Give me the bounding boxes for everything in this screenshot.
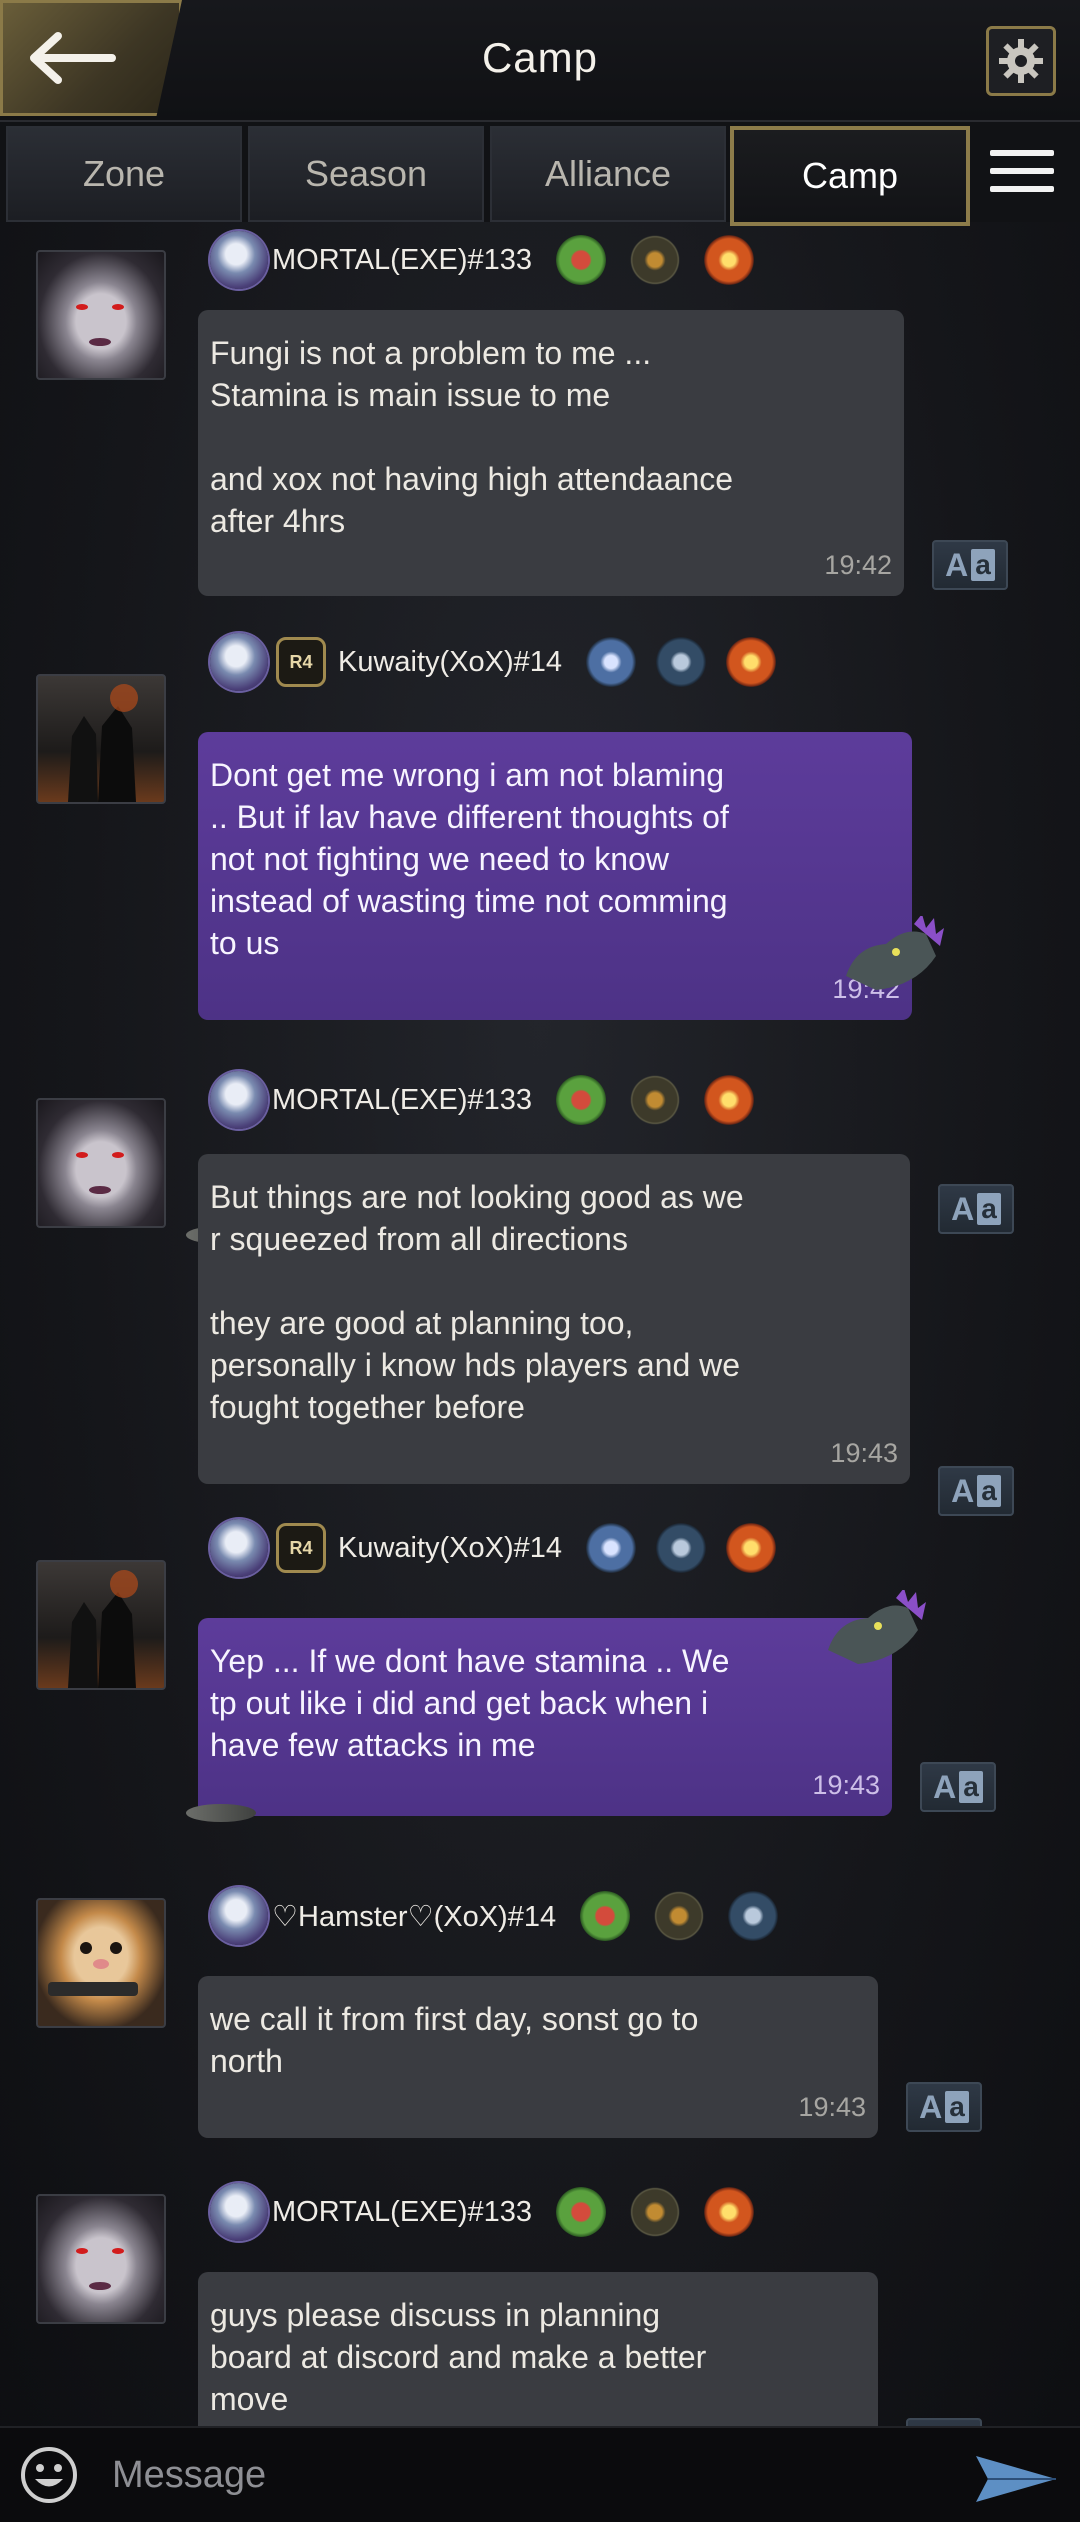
message-text: Yep ... If we dont have stamina .. We tp…: [210, 1643, 730, 1763]
rank-badge: R4: [276, 637, 326, 687]
medal-icon: [630, 2187, 681, 2237]
medal-icon: [654, 1891, 705, 1941]
dinosaur-decoration-icon: [828, 1590, 926, 1664]
message-text: Dont get me wrong i am not blaming .. Bu…: [210, 757, 729, 961]
message-time: 19:43: [830, 1438, 898, 1468]
avatar[interactable]: [36, 1098, 166, 1228]
alliance-emblem-icon: [210, 1519, 268, 1577]
sender-row: MORTAL(EXE)#133: [210, 230, 755, 290]
sender-name[interactable]: ♡Hamster♡(XoX)#14: [272, 1899, 556, 1934]
message-composer: [0, 2426, 1080, 2522]
medal-icon: [580, 1891, 631, 1941]
message-bubble[interactable]: Yep ... If we dont have stamina .. We tp…: [198, 1618, 892, 1816]
send-arrow-icon[interactable]: [974, 2452, 1058, 2506]
alliance-emblem-icon: [210, 1071, 268, 1129]
medal-icon: [704, 235, 755, 285]
medal-icon: [656, 637, 707, 687]
medal-icon: [704, 1075, 755, 1125]
medal-icon: [630, 235, 681, 285]
top-bar: Camp: [0, 0, 1080, 122]
message-time: 19:43: [798, 2092, 866, 2122]
alliance-emblem-icon: [210, 1887, 268, 1945]
message-time: 19:42: [824, 550, 892, 580]
medal-icon: [704, 2187, 755, 2237]
settings-button[interactable]: [986, 26, 1056, 96]
message-bubble[interactable]: Fungi is not a problem to me ... Stamina…: [198, 310, 904, 596]
medal-icon: [556, 2187, 607, 2237]
translate-button[interactable]: Aa: [906, 2082, 982, 2132]
armored-knight-icon: [68, 684, 138, 802]
medal-icon: [586, 637, 637, 687]
armored-knight-icon: [68, 1570, 138, 1688]
medal-icon: [586, 1523, 637, 1573]
tab-camp[interactable]: Camp: [730, 126, 970, 226]
message-input[interactable]: [110, 2442, 954, 2508]
smiley-icon[interactable]: [20, 2446, 78, 2504]
message-text: But things are not looking good as we r …: [210, 1179, 744, 1425]
message-bubble[interactable]: guys please discuss in planning board at…: [198, 2272, 878, 2426]
sender-row: R4 Kuwaity(XoX)#14: [210, 1518, 777, 1578]
medal-icon: [726, 637, 777, 687]
alliance-emblem-icon: [210, 633, 268, 691]
sender-name[interactable]: MORTAL(EXE)#133: [272, 244, 532, 277]
message-bubble[interactable]: we call it from first day, sonst go to n…: [198, 1976, 878, 2138]
medal-icon: [726, 1523, 777, 1573]
tab-season[interactable]: Season: [248, 126, 484, 222]
avatar[interactable]: [36, 674, 166, 804]
gear-icon: [999, 39, 1043, 83]
bubble-tail-decoration: [186, 1804, 256, 1822]
dinosaur-decoration-icon: [846, 916, 944, 990]
avatar[interactable]: [36, 250, 166, 380]
translate-button[interactable]: Aa: [938, 1184, 1014, 1234]
list-menu-icon[interactable]: [990, 150, 1054, 194]
translate-button[interactable]: Aa: [938, 1466, 1014, 1516]
sender-row: MORTAL(EXE)#133: [210, 1070, 755, 1130]
avatar[interactable]: [36, 1560, 166, 1690]
alliance-emblem-icon: [210, 2183, 268, 2241]
message-bubble[interactable]: Dont get me wrong i am not blaming .. Bu…: [198, 732, 912, 1020]
rank-badge: R4: [276, 1523, 326, 1573]
avatar[interactable]: [36, 1898, 166, 2028]
sender-row: MORTAL(EXE)#133: [210, 2182, 755, 2242]
message-text: we call it from first day, sonst go to n…: [210, 2001, 699, 2079]
medal-icon: [556, 235, 607, 285]
sender-name[interactable]: MORTAL(EXE)#133: [272, 2196, 532, 2229]
tab-zone[interactable]: Zone: [6, 126, 242, 222]
page-title: Camp: [481, 34, 599, 81]
channel-tabs: Zone Season Alliance Camp: [0, 122, 1080, 226]
tab-alliance[interactable]: Alliance: [490, 126, 726, 222]
hamster-icon: [48, 1942, 138, 1996]
sender-name[interactable]: MORTAL(EXE)#133: [272, 1084, 532, 1117]
chat-list[interactable]: MORTAL(EXE)#133 Fungi is not a problem t…: [0, 222, 1080, 2426]
sender-row: ♡Hamster♡(XoX)#14: [210, 1886, 779, 1946]
translate-button[interactable]: Aa: [932, 540, 1008, 590]
sender-row: R4 Kuwaity(XoX)#14: [210, 632, 777, 692]
message-text: guys please discuss in planning board at…: [210, 2297, 707, 2417]
avatar[interactable]: [36, 2194, 166, 2324]
sender-name[interactable]: Kuwaity(XoX)#14: [338, 1532, 562, 1565]
translate-button[interactable]: Aa: [906, 2418, 982, 2426]
alliance-emblem-icon: [210, 231, 268, 289]
medal-icon: [556, 1075, 607, 1125]
translate-button[interactable]: Aa: [920, 1762, 996, 1812]
message-time: 19:43: [812, 1770, 880, 1800]
sender-name[interactable]: Kuwaity(XoX)#14: [338, 646, 562, 679]
message-text: Fungi is not a problem to me ... Stamina…: [210, 335, 734, 539]
message-bubble[interactable]: But things are not looking good as we r …: [198, 1154, 910, 1484]
medal-icon: [630, 1075, 681, 1125]
medal-icon: [656, 1523, 707, 1573]
medal-icon: [728, 1891, 779, 1941]
